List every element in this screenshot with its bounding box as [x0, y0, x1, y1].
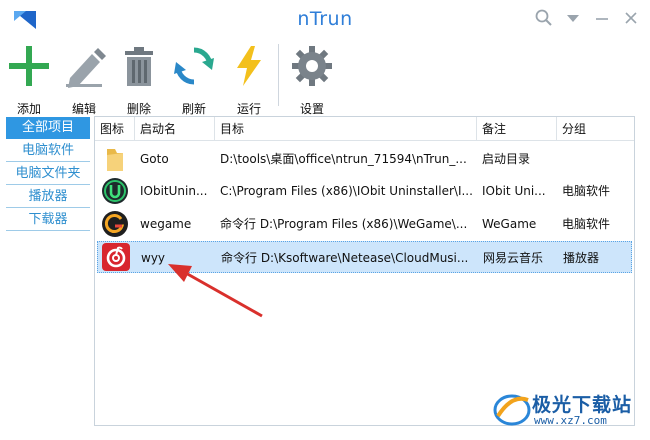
watermark-url: www.xz7.com: [534, 414, 607, 427]
wegame-icon: [102, 211, 128, 237]
dropdown-icon: [567, 15, 579, 22]
delete-button[interactable]: 删除: [115, 44, 163, 116]
edit-button[interactable]: 编辑: [60, 44, 108, 116]
close-button[interactable]: [619, 6, 643, 30]
search-icon: [535, 9, 552, 26]
refresh-icon: [174, 47, 214, 85]
row-note: WeGame: [482, 217, 537, 231]
col-header-note[interactable]: 备注: [477, 117, 557, 141]
search-button[interactable]: [532, 6, 556, 30]
sidebar-item-pc-software[interactable]: 电脑软件: [6, 140, 90, 162]
row-name: wyy: [141, 251, 166, 265]
row-group: [557, 143, 632, 175]
toolbar-separator: [278, 44, 279, 106]
close-icon: [625, 12, 637, 24]
row-note: IObit Uni...: [482, 184, 546, 198]
sidebar-item-pc-folders[interactable]: 电脑文件夹: [6, 163, 90, 185]
add-label: 添加: [16, 102, 41, 116]
plus-icon: [9, 46, 49, 86]
row-name: Goto: [140, 152, 169, 166]
col-header-icon[interactable]: 图标: [95, 117, 135, 141]
row-target: D:\tools\桌面\office\ntrun_71594\nTrun_...: [220, 152, 467, 166]
table-row-selected[interactable]: wyy 命令行 D:\Ksoftware\Netease\CloudMusi..…: [97, 241, 632, 273]
row-target: 命令行 D:\Program Files (x86)\WeGame\...: [220, 217, 468, 231]
row-name: IObitUnin...: [140, 184, 208, 198]
title-bar: nTrun: [0, 0, 650, 38]
settings-button[interactable]: 设置: [288, 44, 336, 116]
watermark-brand: 极光下载站: [532, 394, 633, 416]
gear-icon: [292, 46, 332, 86]
netease-cloudmusic-icon: [102, 243, 130, 271]
sidebar-item-downloaders[interactable]: 下载器: [6, 209, 90, 231]
refresh-label: 刷新: [181, 102, 206, 116]
iobit-uninstaller-icon: [102, 178, 128, 204]
row-target: 命令行 D:\Ksoftware\Netease\CloudMusi...: [221, 251, 469, 265]
sidebar-item-players[interactable]: 播放器: [6, 186, 90, 208]
row-target: C:\Program Files (x86)\IObit Uninstaller…: [220, 184, 473, 198]
row-name: wegame: [140, 217, 192, 231]
col-header-target[interactable]: 目标: [215, 117, 477, 141]
pencil-icon: [66, 48, 106, 88]
folder-icon: [107, 149, 123, 171]
minimize-icon: [596, 18, 608, 20]
table-row[interactable]: wegame 命令行 D:\Program Files (x86)\WeGame…: [97, 208, 632, 240]
launcher-table: 图标 启动名 目标 备注 分组 Goto D:\tools\桌面\office\…: [94, 116, 635, 426]
row-group: 电脑软件: [562, 217, 611, 231]
table-row[interactable]: IObitUnin... C:\Program Files (x86)\IObi…: [97, 175, 632, 207]
minimize-button[interactable]: [590, 6, 614, 30]
watermark: 极光下载站 www.xz7.com: [488, 384, 648, 434]
delete-label: 删除: [126, 102, 151, 116]
trash-icon: [125, 47, 153, 86]
watermark-logo-icon: [493, 394, 531, 426]
toolbar: 添加 编辑 删除 刷新 运行 设置: [0, 38, 650, 116]
row-note: 网易云音乐: [483, 251, 544, 265]
row-group: 播放器: [563, 251, 600, 265]
lightning-icon: [237, 46, 261, 86]
refresh-button[interactable]: 刷新: [170, 44, 218, 116]
row-group: 电脑软件: [562, 184, 611, 198]
sidebar-item-all[interactable]: 全部项目: [6, 117, 90, 139]
add-button[interactable]: 添加: [5, 44, 53, 116]
table-header: 图标 启动名 目标 备注 分组: [95, 117, 634, 141]
menu-dropdown-button[interactable]: [561, 6, 585, 30]
col-header-group[interactable]: 分组: [557, 117, 634, 141]
run-button[interactable]: 运行: [225, 44, 273, 116]
settings-label: 设置: [299, 102, 324, 116]
row-note: 启动目录: [482, 152, 531, 166]
col-header-name[interactable]: 启动名: [135, 117, 215, 141]
sidebar: 全部项目 电脑软件 电脑文件夹 播放器 下载器: [6, 117, 90, 232]
edit-label: 编辑: [71, 102, 96, 116]
run-label: 运行: [236, 102, 261, 116]
table-row[interactable]: Goto D:\tools\桌面\office\ntrun_71594\nTru…: [97, 143, 632, 175]
